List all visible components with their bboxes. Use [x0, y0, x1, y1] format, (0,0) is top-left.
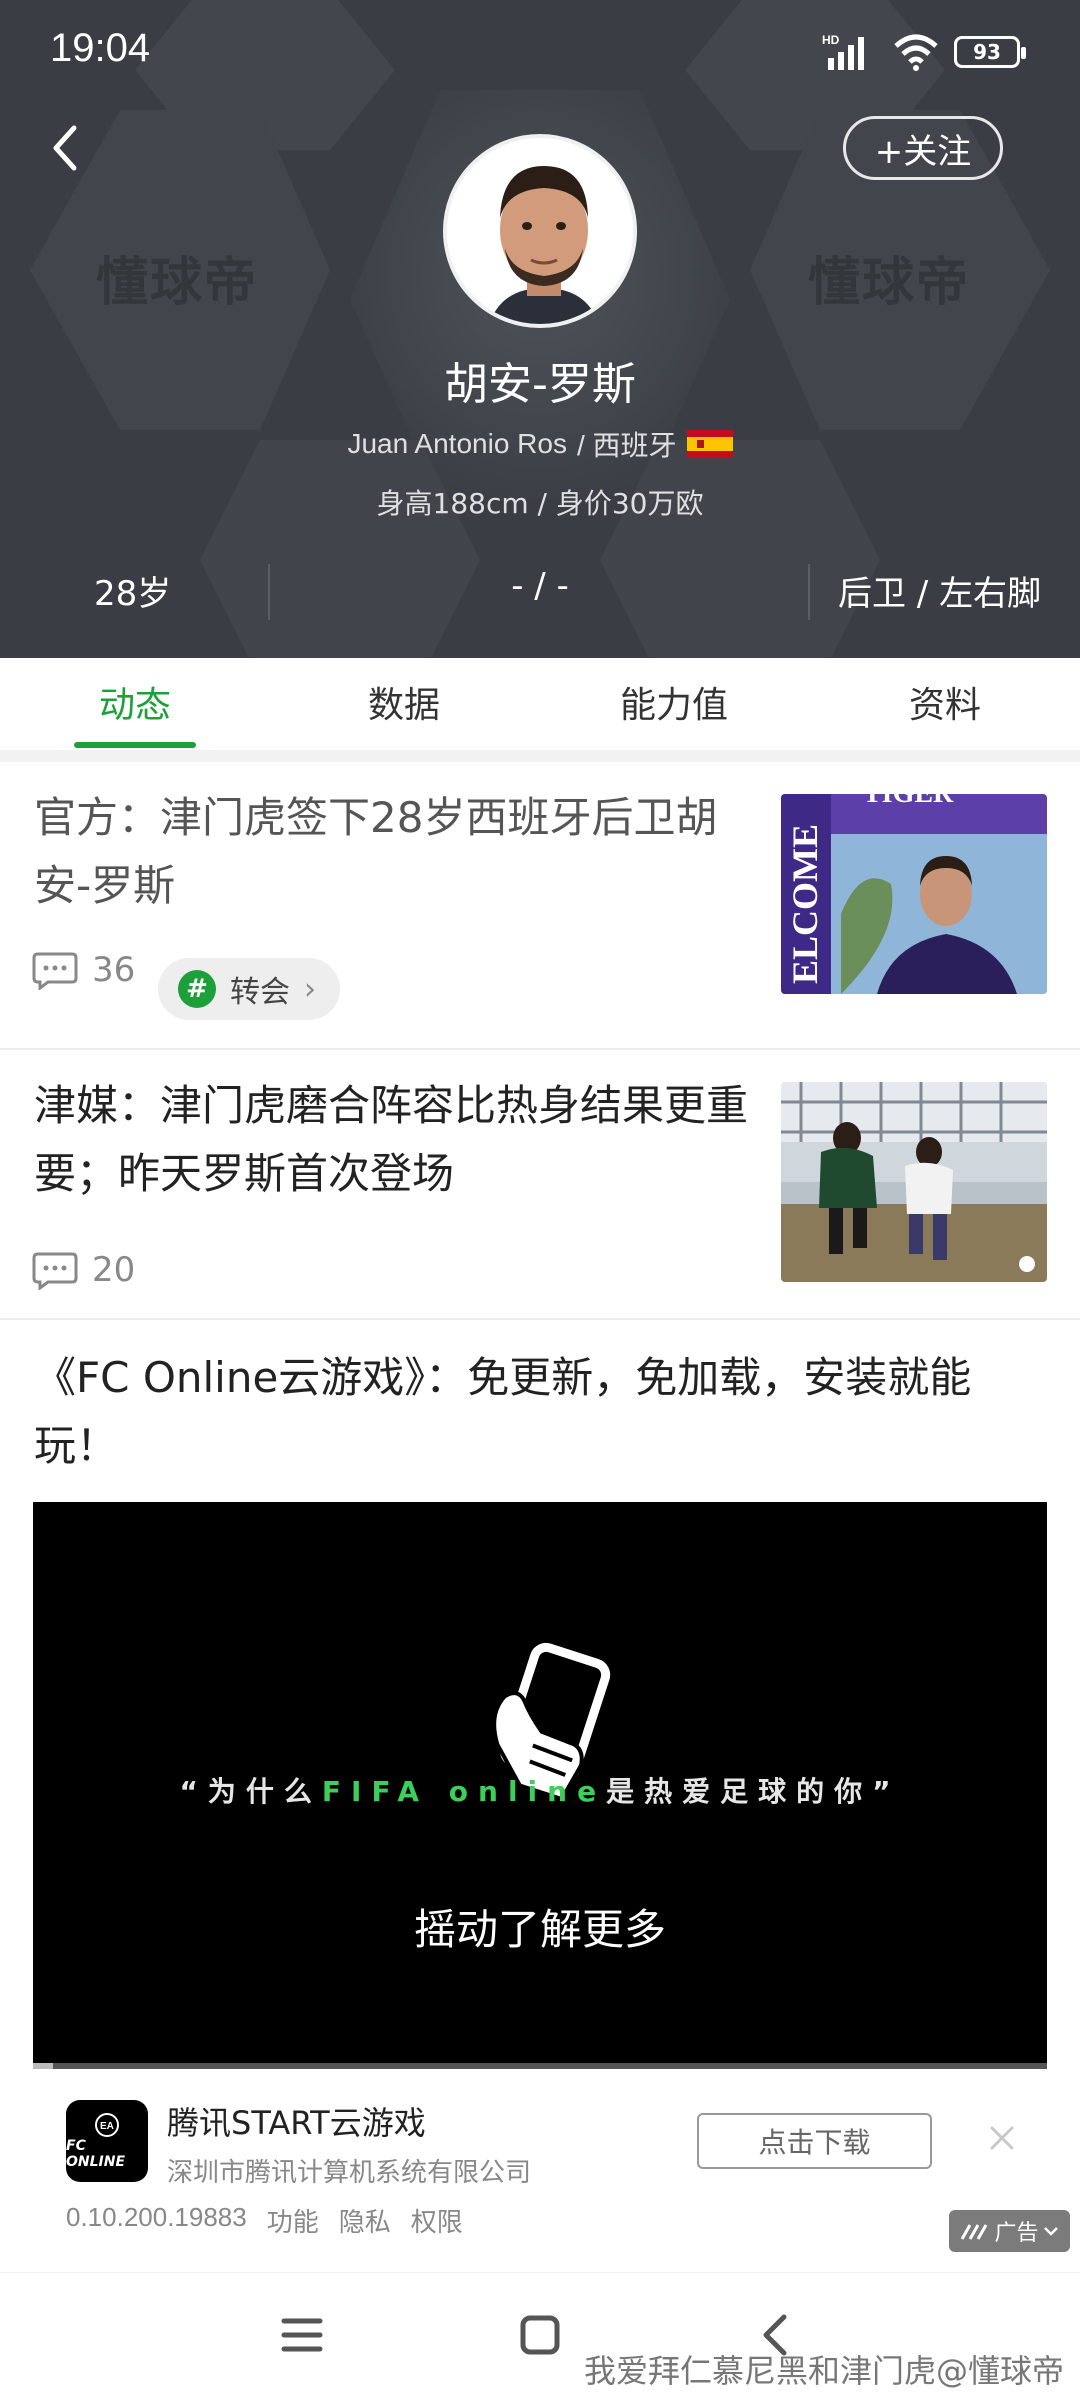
- comment-count[interactable]: 20: [32, 1248, 135, 1292]
- comment-icon: [32, 1252, 78, 1290]
- shake-text: 摇动了解更多: [413, 1905, 666, 1954]
- hash-icon: #: [178, 970, 216, 1008]
- ea-logo-icon: EA: [95, 2113, 119, 2137]
- app-logo[interactable]: EA FC ONLINE: [66, 2100, 148, 2182]
- player-nationality: / 西班牙: [576, 430, 677, 461]
- app-name[interactable]: 腾讯START云游戏: [167, 2098, 426, 2144]
- comment-count-value: 20: [92, 1250, 136, 1290]
- player-height-value: 身高188cm / 身价30万欧: [376, 487, 704, 520]
- stat-divider: [808, 564, 810, 620]
- tabs-separator: [0, 750, 1080, 762]
- player-name: 胡安-罗斯: [444, 359, 636, 410]
- ad-badge-label: 广告: [994, 2221, 1039, 2246]
- svg-text:HD: HD: [822, 33, 840, 47]
- news-thumbnail[interactable]: ELCOME TIGER: [781, 794, 1047, 994]
- watermark-right: 懂球帝: [808, 253, 971, 313]
- chevron-right-icon: ›: [304, 971, 316, 1007]
- news-image: ELCOME TIGER: [781, 794, 1047, 994]
- news-image: [781, 1082, 1047, 1282]
- home-icon[interactable]: [510, 2305, 570, 2365]
- player-subtitle: Juan Antonio Ros / 西班牙: [0, 424, 1080, 464]
- news-item[interactable]: 官方：津门虎签下28岁西班牙后卫胡安-罗斯 ELCOME TIGER 36 # …: [0, 762, 1080, 1048]
- comment-count-value: 36: [92, 950, 136, 990]
- comment-count[interactable]: 36: [32, 948, 135, 992]
- ad-logo-icon: [961, 2224, 988, 2240]
- ad-footer: EA FC ONLINE 腾讯START云游戏 深圳市腾讯计算机系统有限公司 0…: [0, 2070, 1080, 2270]
- tab-profile[interactable]: 资料: [845, 676, 1045, 728]
- quote-pre: “为什么: [179, 1775, 322, 1808]
- app-link-permissions[interactable]: 权限: [411, 2202, 463, 2239]
- ad-video[interactable]: “为什么FIFA online是热爱足球的你” 摇动了解更多: [33, 1502, 1047, 2069]
- app-logo-text: FC ONLINE: [66, 2138, 126, 2170]
- player-photo: [447, 138, 633, 324]
- player-stats-row: 28岁 - / - 后卫 / 左右脚: [0, 556, 1080, 622]
- player-english-name: Juan Antonio Ros: [347, 428, 567, 459]
- quote-post: 是热爱足球的你”: [606, 1775, 901, 1808]
- close-icon[interactable]: [982, 2118, 1022, 2158]
- thumb-side-text: ELCOME: [785, 824, 825, 984]
- spain-flag-icon: [686, 430, 733, 458]
- status-icons: HD 93: [822, 30, 1026, 74]
- player-header: 懂球帝 懂球帝 19:04 HD 93 +关注 胡安-罗斯 Juan Anton…: [0, 0, 1080, 658]
- app-meta: 0.10.200.19883 功能 隐私 权限: [66, 2202, 463, 2239]
- ad-title[interactable]: 《FC Online云游戏》：免更新，免加载，安装就能玩！: [34, 1344, 1044, 1480]
- watermark-left: 懂球帝: [96, 253, 259, 313]
- ad-badge[interactable]: 广告: [949, 2210, 1070, 2252]
- news-thumbnail[interactable]: [781, 1082, 1047, 1282]
- divider: [0, 1318, 1080, 1320]
- video-progress-bar: [33, 2063, 1047, 2069]
- tag-transfer[interactable]: # 转会 ›: [158, 958, 340, 1020]
- app-company: 深圳市腾讯计算机系统有限公司: [167, 2158, 532, 2188]
- svg-text:EA: EA: [100, 2121, 114, 2132]
- thumb-top-text: TIGER: [863, 794, 954, 809]
- quote-green: FIFA online: [321, 1775, 607, 1808]
- tab-bar: 动态 数据 能力值 资料: [0, 658, 1080, 750]
- comment-icon: [32, 952, 78, 990]
- status-time: 19:04: [50, 26, 151, 70]
- status-bar: 19:04 HD 93: [0, 0, 1080, 100]
- news-item[interactable]: 津媒：津门虎磨合阵容比热身结果更重要；昨天罗斯首次登场 20: [0, 1050, 1080, 1320]
- active-tab-indicator: [74, 742, 196, 748]
- tab-ability[interactable]: 能力值: [574, 676, 774, 728]
- tag-label: 转会: [230, 975, 290, 1010]
- tab-news[interactable]: 动态: [35, 676, 235, 728]
- news-title[interactable]: 官方：津门虎签下28岁西班牙后卫胡安-罗斯: [34, 784, 754, 920]
- app-version: 0.10.200.19883: [66, 2202, 247, 2232]
- wifi-icon: [894, 34, 938, 71]
- tab-data[interactable]: 数据: [304, 676, 504, 728]
- signal-icon: HD: [822, 33, 864, 70]
- player-avatar: [443, 134, 637, 328]
- app-link-privacy[interactable]: 隐私: [339, 2202, 391, 2239]
- battery-icon: 93: [954, 36, 1026, 68]
- credit-watermark: 我爱拜仁慕尼黑和津门虎@懂球帝: [583, 2352, 1064, 2390]
- download-button[interactable]: 点击下载: [697, 2113, 932, 2169]
- menu-icon[interactable]: [272, 2305, 332, 2365]
- news-title[interactable]: 津媒：津门虎磨合阵容比热身结果更重要；昨天罗斯首次登场: [34, 1072, 754, 1208]
- follow-button[interactable]: +关注: [843, 116, 1003, 180]
- video-progress-fill: [33, 2063, 53, 2069]
- chevron-down-icon: [1043, 2227, 1058, 2236]
- app-link-features[interactable]: 功能: [267, 2202, 319, 2239]
- back-arrow-icon[interactable]: [46, 118, 86, 178]
- ad-quote: “为什么FIFA online是热爱足球的你”: [33, 1770, 1047, 1810]
- stat-position: 后卫 / 左右脚: [838, 574, 1042, 614]
